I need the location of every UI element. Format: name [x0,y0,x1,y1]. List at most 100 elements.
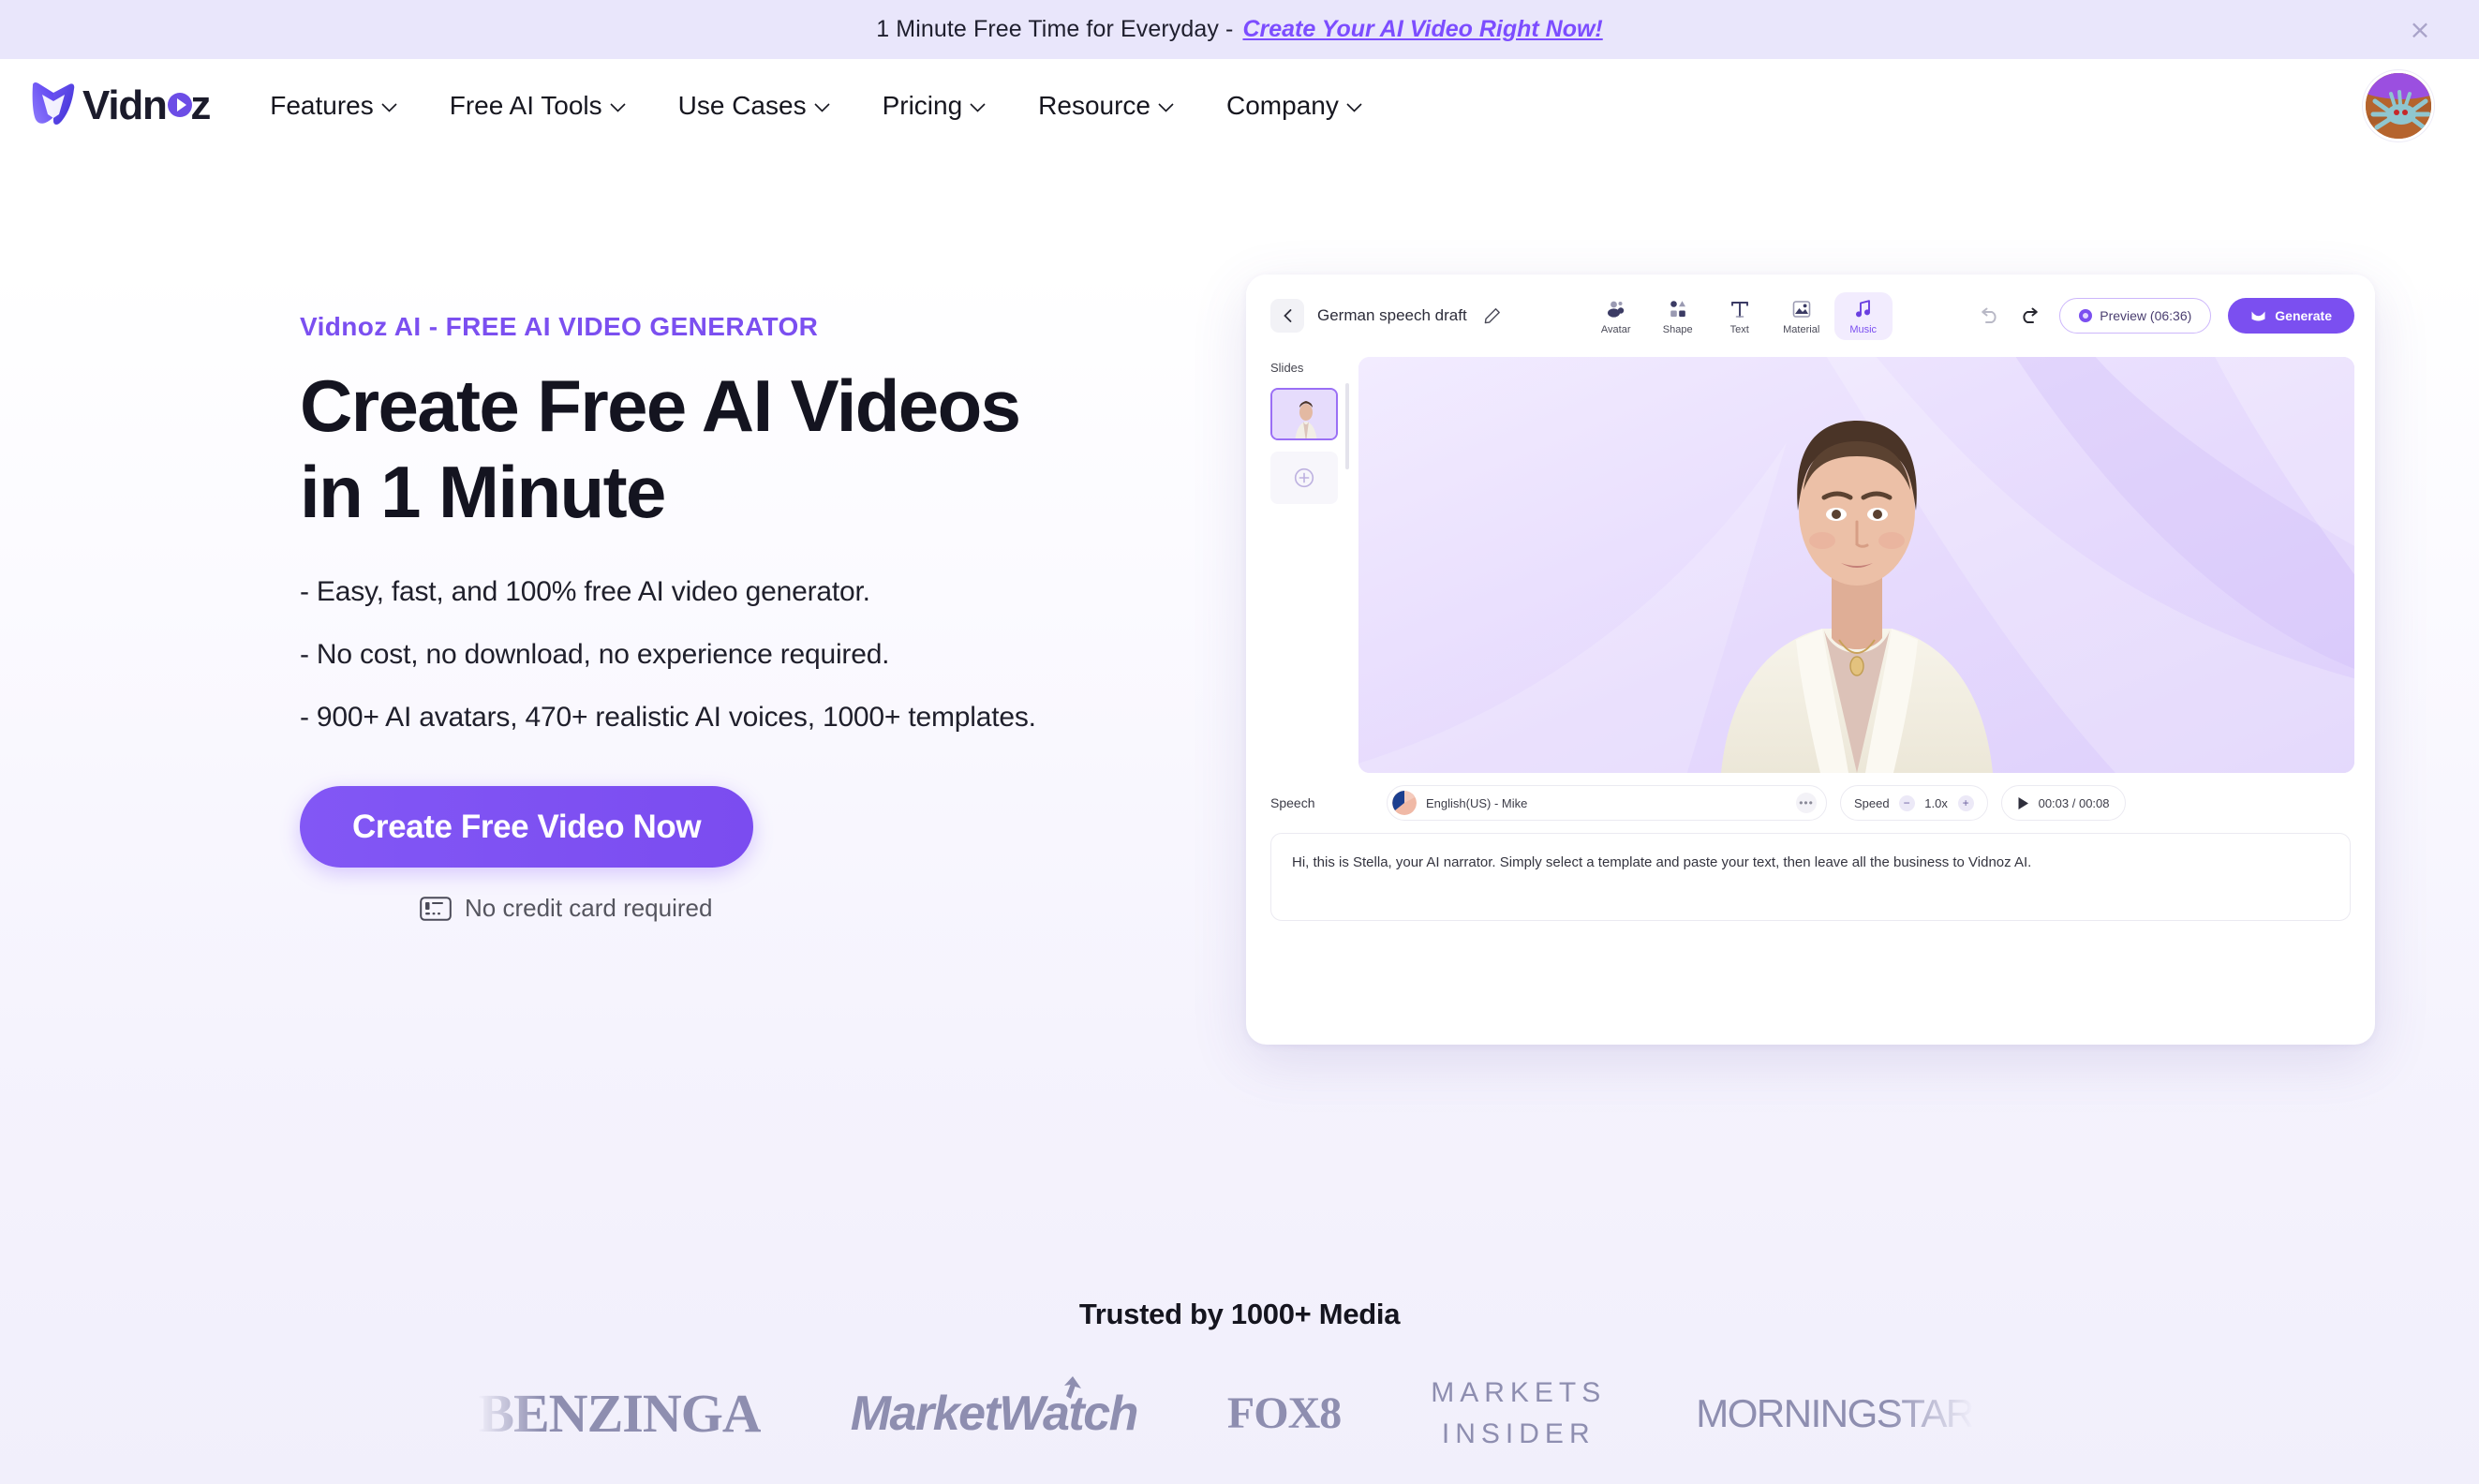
hero-title-line2: in 1 Minute [300,451,666,534]
tool-shape[interactable]: Shape [1649,292,1707,340]
chevron-down-icon [381,102,397,112]
speech-controls: Speech English(US) - Mike ••• Speed − 1.… [1270,782,2351,824]
edit-pencil-icon[interactable] [1484,307,1501,324]
no-credit-note: No credit card required [420,894,1209,923]
mockup-actions: Preview (06:36) Generate [1977,298,2354,334]
slide-thumbnail[interactable] [1270,388,1338,440]
nav-item-company[interactable]: Company [1200,91,1388,121]
tool-label: Music [1849,323,1878,335]
speed-value: 1.0x [1924,795,1948,810]
nav-item-use-cases[interactable]: Use Cases [652,91,856,121]
logo-marketwatch-text: MarketWatch [850,1386,1139,1441]
preview-button[interactable]: Preview (06:36) [2059,298,2212,334]
logo-markets-line1: MARKETS [1431,1377,1607,1408]
tool-text[interactable]: Text [1711,292,1769,340]
chevron-left-icon [1283,309,1291,322]
preview-label: Preview (06:36) [2100,308,2192,323]
chevron-down-icon [970,102,986,112]
playback-time: 00:03 / 00:08 [2038,795,2110,810]
tool-label: Material [1783,323,1820,335]
text-tool-icon [1730,301,1748,318]
slide-thumbnail-image [1272,390,1336,438]
logo-wordmark: Vidnoz [82,82,211,129]
logo-word-part1: Vidn [82,82,168,128]
voice-selector[interactable]: English(US) - Mike ••• [1387,785,1827,821]
tool-label: Avatar [1600,323,1631,335]
hero-eyebrow: Vidnoz AI - FREE AI VIDEO GENERATOR [300,312,819,341]
promo-banner-link[interactable]: Create Your AI Video Right Now! [1242,16,1602,43]
material-tool-icon [1792,300,1811,318]
mockup-toolbar: German speech draft Avatar Shape Text Ma… [1246,275,2375,357]
shape-tool-icon [1670,300,1685,317]
project-title: German speech draft [1317,306,1467,324]
editor-tool-tabs: Avatar Shape Text Material Music [1587,291,1893,340]
chevron-down-icon [1158,102,1174,112]
music-tool-icon [1855,299,1870,317]
avatar-image [2366,73,2431,139]
credit-card-icon [420,896,452,921]
logo-word-part2: z [190,82,211,128]
logo-marketwatch: MarketWatch [850,1375,1139,1442]
redo-icon[interactable] [2018,304,2042,328]
page-title: Create Free AI Videos in 1 Minute [300,363,1209,535]
arrow-up-icon [1063,1375,1081,1399]
trusted-title: Trusted by 1000+ Media [1078,1298,1401,1330]
slides-panel: Slides [1270,357,1351,773]
voice-more-icon[interactable]: ••• [1796,793,1817,813]
nav-label: Free AI Tools [449,91,602,120]
hero-copy: Vidnoz AI - FREE AI VIDEO GENERATOR Crea… [0,275,1209,923]
tool-material[interactable]: Material [1773,292,1831,340]
play-icon[interactable] [2017,796,2029,810]
undo-icon[interactable] [1977,304,2001,328]
nav-item-pricing[interactable]: Pricing [856,91,1013,121]
tool-music[interactable]: Music [1833,291,1893,340]
video-stage[interactable] [1358,357,2354,773]
add-slide-button[interactable] [1270,452,1338,504]
nav-label: Resource [1038,91,1151,120]
back-button[interactable] [1270,299,1304,333]
hero-preview: German speech draft Avatar Shape Text Ma… [1209,275,2479,1045]
nav-item-free-ai-tools[interactable]: Free AI Tools [423,91,652,121]
presenter-avatar [1720,421,1993,773]
promo-banner-text: 1 Minute Free Time for Everyday - [876,16,1234,42]
speed-increase-button[interactable]: + [1957,794,1974,811]
nav-item-features[interactable]: Features [244,91,423,121]
speed-label: Speed [1854,795,1890,810]
logo-o-play-icon: o [167,82,192,129]
hero-title-line1: Create Free AI Videos [300,364,1021,447]
speed-decrease-button[interactable]: − [1898,794,1915,811]
create-free-video-button[interactable]: Create Free Video Now [300,786,754,868]
logo-fox8: FOX8 [1226,1388,1342,1438]
generate-label: Generate [2275,308,2332,323]
tool-avatar[interactable]: Avatar [1587,292,1645,340]
avatar[interactable] [2363,70,2434,141]
chevron-down-icon [814,102,830,112]
no-credit-label: No credit card required [465,894,713,923]
speech-panel: Speech English(US) - Mike ••• Speed − 1.… [1246,773,2375,921]
voice-name: English(US) - Mike [1426,795,1528,810]
plus-circle-icon [1294,467,1314,488]
generate-icon [2251,311,2265,320]
nav-item-resource[interactable]: Resource [1012,91,1200,121]
generate-button[interactable]: Generate [2228,298,2354,334]
chevron-down-icon [610,102,626,112]
preview-play-icon [2079,309,2093,322]
nav-label: Pricing [882,91,963,120]
playback-control: 00:03 / 00:08 [2000,785,2126,821]
hero-bullet: - 900+ AI avatars, 470+ realistic AI voi… [300,702,1036,734]
nav-label: Company [1226,91,1339,120]
app-mockup: German speech draft Avatar Shape Text Ma… [1246,275,2375,1045]
close-icon[interactable]: × [2406,15,2434,44]
logo-morningstar: MORNINGSTAR [1696,1390,1974,1435]
hero-bullets: - Easy, fast, and 100% free AI video gen… [300,576,1209,734]
logo-benzinga: BENZINGA [478,1383,761,1444]
avatar-tool-icon [1607,301,1624,318]
slides-label: Slides [1270,361,1304,375]
vidnoz-logo-icon [32,82,75,125]
slides-scrollbar[interactable] [1345,383,1349,469]
main-nav: Features Free AI Tools Use Cases Pricing… [244,91,1388,121]
logo[interactable]: Vidnoz [28,80,211,132]
tool-label: Shape [1662,323,1693,335]
trusted-section: Trusted by 1000+ Media BENZINGA MarketWa… [0,1298,2479,1484]
speech-text-input[interactable]: Hi, this is Stella, your AI narrator. Si… [1270,833,2351,921]
